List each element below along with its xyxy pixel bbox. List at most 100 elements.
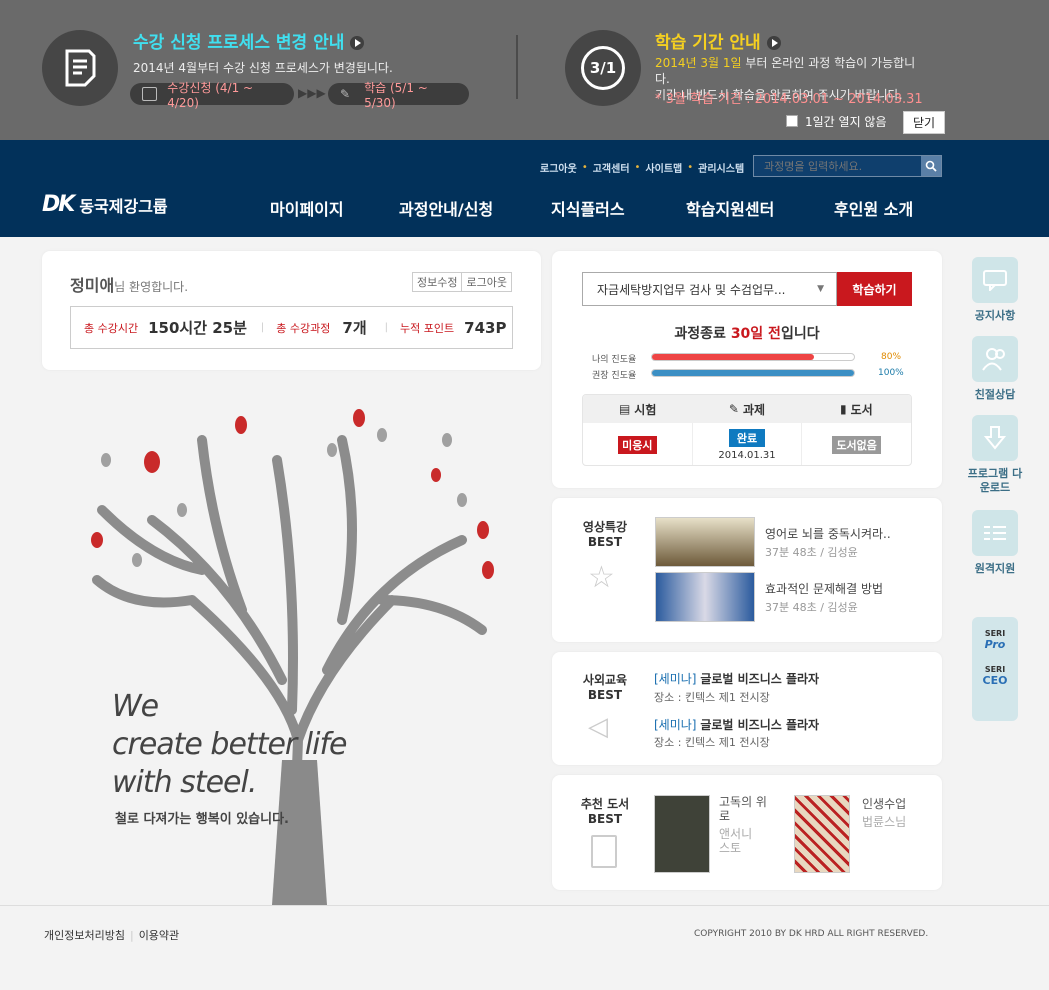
copyright: COPYRIGHT 2010 BY DK HRD ALL RIGHT RESER… xyxy=(694,929,929,939)
hero-slogan: We create better life with steel. xyxy=(112,689,347,800)
admin-link[interactable]: 관리시스템 xyxy=(698,160,744,175)
search-box xyxy=(753,155,942,177)
book-title-1[interactable]: 고독의 위로 xyxy=(719,795,767,823)
edu-meta-1: 장소 : 킨텍스 제1 전시장 xyxy=(654,691,770,704)
exam-status-badge: 미응시 xyxy=(618,436,657,454)
sitemap-link[interactable]: 사이트맵 xyxy=(645,160,682,175)
dont-show-checkbox[interactable] xyxy=(786,115,798,127)
download-quick-button[interactable] xyxy=(972,415,1018,461)
nav-courses[interactable]: 과정안내/신청 xyxy=(399,196,493,220)
welcome: 정미애님 환영합니다. xyxy=(70,276,189,295)
notice-quick-button[interactable] xyxy=(972,257,1018,303)
chat-icon xyxy=(983,270,1007,291)
calendar-date-icon: 3/1 xyxy=(565,30,641,106)
users-icon xyxy=(982,348,1005,371)
rec-progress-label: 권장 진도율 xyxy=(592,371,637,381)
course-select[interactable]: 자금세탁방지업무 검사 및 수검업무... ▼ xyxy=(582,272,837,306)
nav-about[interactable]: 후인원 소개 xyxy=(834,196,913,220)
customer-center-link[interactable]: 고객센터 xyxy=(593,160,630,175)
search-input[interactable] xyxy=(754,156,921,176)
logout-link[interactable]: 로그아웃 xyxy=(540,160,577,175)
seri-pro-link[interactable]: SERI Pro xyxy=(972,629,1018,651)
calendar-icon xyxy=(142,87,158,101)
edit-info-button[interactable]: 정보수정 xyxy=(412,272,463,292)
footer-links: 개인정보처리방침 | 이용약관 xyxy=(44,929,180,942)
edu-title-1[interactable]: [세미나] 글로벌 비즈니스 플라자 xyxy=(654,670,819,687)
video-best-label: 영상특강 BEST xyxy=(582,520,628,549)
dont-show-label: 1일간 열지 않음 xyxy=(805,115,887,129)
book-best-label: 추천 도서 BEST xyxy=(580,797,630,826)
list-icon xyxy=(984,526,1006,540)
task-status-badge: 완료 xyxy=(728,429,766,447)
close-banner-button[interactable]: 닫기 xyxy=(903,111,946,134)
video-title-2[interactable]: 효과적인 문제해결 방법 xyxy=(765,580,883,597)
banner-left-title[interactable]: 수강 신청 프로세스 변경 안내 xyxy=(133,28,365,53)
banner-left-desc: 2014년 4월부터 수강 신청 프로세스가 변경됩니다. xyxy=(133,61,393,75)
task-date: 2014.01.31 xyxy=(718,450,776,461)
start-study-button[interactable]: 학습하기 xyxy=(837,272,912,306)
book-header: ▮ 도서 xyxy=(839,402,873,417)
nav-support[interactable]: 학습지원센터 xyxy=(686,196,774,220)
edu-title-2[interactable]: [세미나] 글로벌 비즈니스 플라자 xyxy=(654,716,819,733)
banner-right-title[interactable]: 학습 기간 안내 xyxy=(655,28,781,53)
logout-button[interactable]: 로그아웃 xyxy=(462,272,512,292)
clipboard-icon: ▤ xyxy=(618,402,631,416)
step-apply: 수강신청 (4/1 ~ 4/20) xyxy=(130,81,294,110)
edit-icon: ✎ xyxy=(728,402,739,416)
my-progress-label: 나의 진도율 xyxy=(592,355,637,365)
book-author-1: 앤서니 스토 xyxy=(719,827,753,855)
remote-quick-button[interactable] xyxy=(972,510,1018,556)
seri-links: SERI Pro SERI CEO xyxy=(972,617,1018,721)
video-thumb-1[interactable] xyxy=(655,517,755,567)
chevron-down-icon: ▼ xyxy=(817,284,824,294)
exam-header: ▤ 시험 xyxy=(618,402,657,417)
rec-progress-fill xyxy=(652,370,854,376)
search-icon xyxy=(925,160,937,172)
notice-quick-label[interactable]: 공지사항 xyxy=(966,309,1024,323)
download-icon xyxy=(984,426,1006,450)
play-icon xyxy=(350,36,365,50)
nav-knowledge[interactable]: 지식플러스 xyxy=(551,196,625,220)
pencil-icon: ✎ xyxy=(340,87,351,101)
user-actions: 정보수정 로그아웃 xyxy=(412,272,512,292)
utility-links: 로그아웃 • 고객센터 • 사이트맵 • 관리시스템 xyxy=(540,160,745,175)
privacy-link[interactable]: 개인정보처리방침 xyxy=(44,929,125,942)
task-header: ✎ 과제 xyxy=(728,402,766,417)
download-quick-label[interactable]: 프로그램 다운로드 xyxy=(966,467,1024,495)
book-author-2: 법륜스님 xyxy=(862,815,907,829)
seri-ceo-link[interactable]: SERI CEO xyxy=(972,665,1018,687)
study-period: * 3월 학습 기간 : 2014.03.01 ~ 2014.03.31 xyxy=(655,92,923,107)
rec-progress-track xyxy=(651,369,855,377)
rec-progress-value: 100% xyxy=(878,368,904,378)
consult-quick-label[interactable]: 친절상담 xyxy=(966,388,1024,402)
video-title-1[interactable]: 영어로 뇌를 중독시켜라.. xyxy=(765,525,891,542)
speaker-icon: ◁ xyxy=(588,712,608,742)
document-icon xyxy=(42,30,118,106)
arrows-icon: ▶▶▶ xyxy=(298,86,326,100)
book-status-badge: 도서없음 xyxy=(832,436,881,454)
star-icon: ☆ xyxy=(588,560,615,595)
consult-quick-button[interactable] xyxy=(972,336,1018,382)
my-progress-fill xyxy=(652,354,814,360)
my-progress-value: 80% xyxy=(881,352,902,362)
remote-quick-label[interactable]: 원격지원 xyxy=(966,562,1024,576)
book-outline-icon xyxy=(591,835,617,868)
nav-mypage[interactable]: 마이페이지 xyxy=(270,196,344,220)
search-button[interactable] xyxy=(921,156,941,176)
step-study: ✎ 학습 (5/1 ~ 5/30) xyxy=(328,81,469,110)
book-cover-2[interactable] xyxy=(794,795,850,873)
footer xyxy=(0,905,1049,990)
course-deadline: 과정종료 30일 전입니다 xyxy=(674,326,820,342)
logo[interactable]: DK 동국제강그룹 xyxy=(42,192,168,217)
book-title-2[interactable]: 인생수업 xyxy=(862,795,906,812)
book-icon: ▮ xyxy=(839,402,847,416)
terms-link[interactable]: 이용약관 xyxy=(139,929,179,942)
video-meta-1: 37분 48초 / 김성윤 xyxy=(765,546,858,559)
video-thumb-2[interactable] xyxy=(655,572,755,622)
my-progress-track xyxy=(651,353,855,361)
book-cover-1[interactable] xyxy=(654,795,710,873)
video-meta-2: 37분 48초 / 김성윤 xyxy=(765,601,858,614)
status-table: ▤ 시험 ✎ 과제 ▮ 도서 미응시 완료 2014.01.31 도서없음 xyxy=(582,394,912,466)
divider xyxy=(516,35,518,99)
edu-meta-2: 장소 : 킨텍스 제1 전시장 xyxy=(654,736,770,749)
